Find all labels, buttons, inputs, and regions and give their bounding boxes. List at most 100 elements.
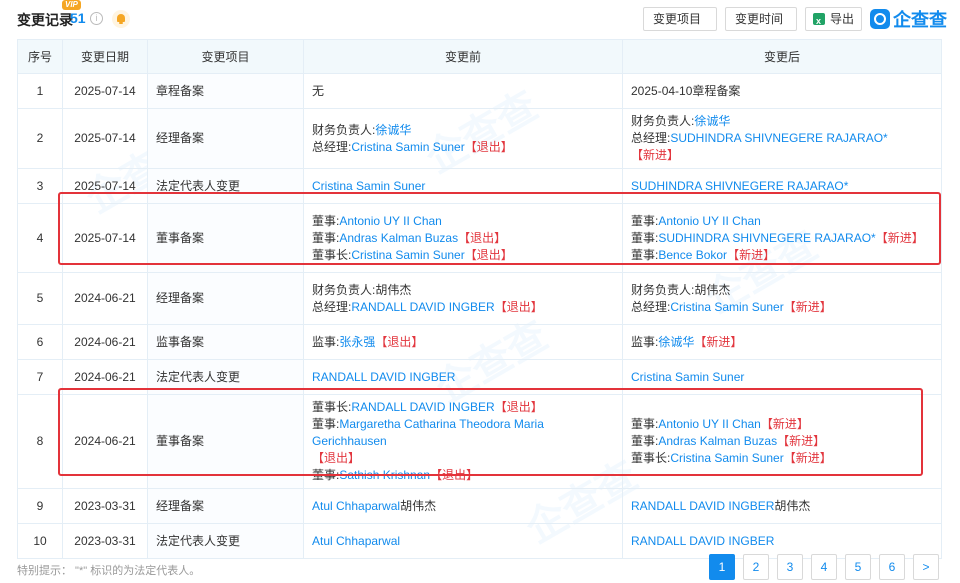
person-link[interactable]: Atul Chhaparwal <box>312 499 400 513</box>
table-row: 2 2025-07-14 经理备案 财务负责人:徐诚华 总经理:Cristina Sam… <box>17 108 942 169</box>
page-button-5[interactable]: 5 <box>845 554 871 580</box>
change-line: 董事:Antonio UY II Chan <box>312 213 614 230</box>
table-row: 8 2024-06-21 董事备案 董事长:RANDALL DAVID INGBER【… <box>17 394 942 489</box>
cell-item: 章程备案 <box>147 73 304 109</box>
change-line: 董事长:Cristina Samin Suner【退出】 <box>312 247 614 264</box>
person-link[interactable]: Cristina Samin Suner <box>351 248 464 262</box>
filter-change-item-dropdown[interactable]: 变更项目 <box>643 7 717 44</box>
person-link[interactable]: SUDHINDRA SHIVNEGERE RAJARAO* <box>631 179 848 193</box>
record-count: 51 <box>70 10 86 26</box>
person-link[interactable]: Cristina Samin Suner <box>670 300 783 314</box>
cell-before: 财务负责人:胡伟杰 总经理:RANDALL DAVID INGBER【退出】 <box>303 272 623 325</box>
change-text: 总经理: <box>312 139 352 154</box>
table-row: 6 2024-06-21 监事备案 监事:张永强【退出】 监事:徐诚华【新进】 <box>17 324 942 360</box>
exit-tag: 【退出】 <box>464 139 513 154</box>
next-page-button[interactable]: > <box>913 554 939 580</box>
cell-before: Cristina Samin Suner <box>303 168 623 204</box>
person-link[interactable]: RANDALL DAVID INGBER <box>631 534 774 548</box>
change-text: 胡伟杰 <box>400 498 437 513</box>
cell-no: 4 <box>17 203 63 273</box>
table-row: 3 2025-07-14 法定代表人变更 Cristina Samin Suner SU… <box>17 168 942 204</box>
change-line: 无 <box>312 83 614 100</box>
person-link[interactable]: Antonio UY II Chan <box>339 214 442 228</box>
bell-icon[interactable] <box>112 10 130 28</box>
person-link[interactable]: Margaretha Catharina Theodora Maria Geri… <box>312 417 544 448</box>
person-link[interactable]: Cristina Samin Suner <box>670 451 783 465</box>
cell-after: 监事:徐诚华【新进】 <box>622 324 942 360</box>
person-link[interactable]: Sathish Krishnan <box>339 468 430 482</box>
person-link[interactable]: RANDALL DAVID INGBER <box>631 499 774 513</box>
excel-icon <box>813 10 825 32</box>
person-link[interactable]: RANDALL DAVID INGBER <box>351 400 494 414</box>
change-line: SUDHINDRA SHIVNEGERE RAJARAO* <box>631 178 933 195</box>
person-link[interactable]: Andras Kalman Buzas <box>339 231 458 245</box>
cell-no: 3 <box>17 168 63 204</box>
table-row: 4 2025-07-14 董事备案 董事:Antonio UY II Chan 董事:A… <box>17 203 942 273</box>
cell-after: Cristina Samin Suner <box>622 359 942 395</box>
person-link[interactable]: Cristina Samin Suner <box>312 179 425 193</box>
page-button-6[interactable]: 6 <box>879 554 905 580</box>
cell-no: 9 <box>17 488 63 524</box>
cell-no: 6 <box>17 324 63 360</box>
page-button-4[interactable]: 4 <box>811 554 837 580</box>
change-text: 董事: <box>312 230 340 245</box>
new-tag: 【新进】 <box>783 299 832 314</box>
export-button[interactable]: 导出 <box>805 7 862 32</box>
col-header-item: 变更项目 <box>147 39 304 74</box>
change-line: 2025-04-10章程备案 <box>631 83 933 100</box>
cell-after: 董事:Antonio UY II Chan 董事:SUDHINDRA SHIVNE… <box>622 203 942 273</box>
new-tag: 【新进】 <box>694 334 743 349</box>
cell-date: 2023-03-31 <box>62 488 148 524</box>
person-link[interactable]: Antonio UY II Chan <box>658 214 761 228</box>
change-text: 董事: <box>631 417 659 431</box>
exit-tag: 【退出】 <box>312 451 361 465</box>
change-text: 总经理: <box>631 299 671 314</box>
person-link[interactable]: RANDALL DAVID INGBER <box>351 300 494 314</box>
change-text: 财务负责人:胡伟杰 <box>631 282 731 297</box>
table-row: 7 2024-06-21 法定代表人变更 RANDALL DAVID INGBER Cr… <box>17 359 942 395</box>
person-link[interactable]: Antonio UY II Chan <box>658 417 761 431</box>
filter-change-time-dropdown[interactable]: 变更时间 <box>725 7 797 44</box>
exit-tag: 【退出】 <box>494 299 543 314</box>
cell-date: 2024-06-21 <box>62 324 148 360</box>
person-link[interactable]: 徐诚华 <box>694 114 730 128</box>
cell-before: 监事:张永强【退出】 <box>303 324 623 360</box>
person-link[interactable]: SUDHINDRA SHIVNEGERE RAJARAO* <box>658 231 875 245</box>
new-tag: 【新进】 <box>631 148 680 162</box>
change-line: 总经理:SUDHINDRA SHIVNEGERE RAJARAO* 【新进】 <box>631 130 933 164</box>
page-button-3[interactable]: 3 <box>777 554 803 580</box>
person-link[interactable]: RANDALL DAVID INGBER <box>312 370 455 384</box>
change-text: 总经理: <box>631 131 671 145</box>
change-text: 财务负责人: <box>312 122 376 137</box>
col-header-before: 变更前 <box>303 39 623 74</box>
exit-tag: 【退出】 <box>375 334 424 349</box>
person-link[interactable]: 徐诚华 <box>375 123 411 137</box>
person-link[interactable]: Cristina Samin Suner <box>351 140 464 154</box>
change-line: Cristina Samin Suner <box>631 369 933 386</box>
page-button-1[interactable]: 1 <box>709 554 735 580</box>
change-record-table: 序号 变更日期 变更项目 变更前 变更后 1 2025-07-14 章程备案无 202… <box>17 39 942 559</box>
cell-no: 7 <box>17 359 63 395</box>
change-text: 总经理: <box>312 299 352 314</box>
person-link[interactable]: Bence Bokor <box>658 248 727 262</box>
cell-before: Atul Chhaparwal <box>303 523 623 559</box>
new-tag: 【新进】 <box>777 434 826 448</box>
person-link[interactable]: Andras Kalman Buzas <box>658 434 777 448</box>
exit-tag: 【退出】 <box>494 400 543 414</box>
cell-before: 董事:Antonio UY II Chan 董事:Andras Kalman Bu… <box>303 203 623 273</box>
export-label: 导出 <box>830 12 855 26</box>
cell-after: SUDHINDRA SHIVNEGERE RAJARAO* <box>622 168 942 204</box>
person-link[interactable]: Atul Chhaparwal <box>312 534 400 548</box>
cell-item: 经理备案 <box>147 488 304 524</box>
info-icon[interactable]: i <box>90 12 103 25</box>
person-link[interactable]: 徐诚华 <box>658 335 694 349</box>
change-text: 财务负责人: <box>631 114 695 128</box>
person-link[interactable]: SUDHINDRA SHIVNEGERE RAJARAO* <box>670 131 887 145</box>
person-link[interactable]: 张永强 <box>339 335 375 349</box>
cell-before: 董事长:RANDALL DAVID INGBER【退出】 董事:Margareth… <box>303 394 623 489</box>
change-line: 董事:SUDHINDRA SHIVNEGERE RAJARAO*【新进】 <box>631 230 933 247</box>
page-button-2[interactable]: 2 <box>743 554 769 580</box>
change-text: 董事: <box>312 213 340 228</box>
cell-item: 董事备案 <box>147 394 304 489</box>
person-link[interactable]: Cristina Samin Suner <box>631 370 744 384</box>
